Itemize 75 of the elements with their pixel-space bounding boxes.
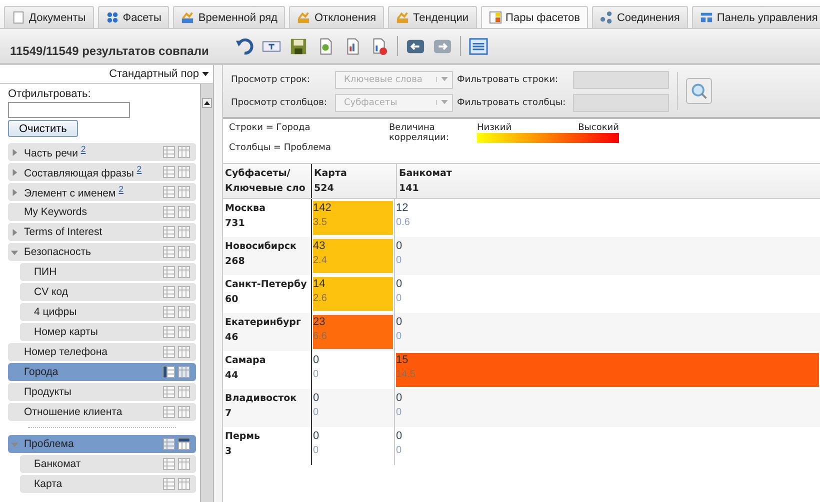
sort-dropdown[interactable]: Стандартный пор bbox=[109, 68, 209, 80]
matrix-cell[interactable]: 0 0 bbox=[396, 429, 819, 463]
expander-icon[interactable] bbox=[11, 168, 18, 176]
clear-button[interactable]: Очистить bbox=[8, 120, 78, 137]
tab-icon bbox=[488, 11, 502, 24]
matrix-cell[interactable]: 0 0 bbox=[396, 315, 819, 349]
tab-icon bbox=[106, 11, 119, 24]
expander-icon[interactable] bbox=[11, 248, 18, 256]
matrix-cell[interactable]: 0 0 bbox=[313, 429, 393, 463]
matrix-cell[interactable]: 23 6.6 bbox=[313, 315, 393, 349]
expander-icon[interactable] bbox=[11, 148, 18, 156]
tab-icon bbox=[396, 11, 410, 24]
caret-icon bbox=[202, 72, 209, 77]
filter-label: Отфильтровать: bbox=[8, 88, 91, 100]
tab[interactable]: Тенденции bbox=[388, 6, 477, 28]
matrix-cell[interactable]: 0 0 bbox=[396, 391, 819, 425]
corner-header: Субфасеты/ Ключевые сло bbox=[223, 164, 312, 198]
columns-icon[interactable] bbox=[178, 438, 190, 450]
document-icon bbox=[12, 11, 25, 24]
filter-rows-label: Фильтровать строки: bbox=[457, 74, 560, 84]
expander-icon[interactable] bbox=[11, 228, 18, 236]
save-icon[interactable] bbox=[288, 36, 308, 56]
tab-icon bbox=[181, 11, 194, 24]
row-header: Владивосток 7 bbox=[223, 389, 312, 427]
tab[interactable]: Документы bbox=[4, 6, 94, 28]
matrix-cell[interactable]: 43 2.4 bbox=[313, 239, 393, 273]
undo-icon[interactable] bbox=[234, 36, 254, 56]
tab[interactable]: Соединения bbox=[592, 6, 688, 28]
rows-caption: Строки = Города bbox=[229, 123, 312, 133]
matrix-cell[interactable]: 0 0 bbox=[313, 391, 393, 425]
facet-item[interactable]: Составляющая фразы $^{2}$ bbox=[8, 163, 196, 181]
filter-input[interactable] bbox=[8, 102, 130, 118]
column-header[interactable]: Банкомат 141 bbox=[397, 164, 820, 198]
legend-title: Величина корреляции: bbox=[389, 123, 450, 145]
search-button[interactable] bbox=[686, 78, 712, 104]
tab-icon bbox=[297, 11, 310, 24]
row-header: Пермь 3 bbox=[223, 427, 312, 465]
tab[interactable]: Временной ряд bbox=[173, 6, 286, 28]
search-icon bbox=[690, 82, 708, 100]
legend-high-label: Высокий bbox=[578, 123, 619, 133]
column-header[interactable]: Карта 524 bbox=[312, 164, 397, 198]
facet-item[interactable]: Элемент с именем $^{2}$ bbox=[8, 183, 196, 201]
facet-item[interactable]: Проблема bbox=[8, 435, 196, 453]
row-view-label: Просмотр строк: bbox=[231, 74, 311, 84]
matrix-cell[interactable]: 12 0.6 bbox=[396, 201, 819, 235]
facet-item[interactable]: Безопасность bbox=[8, 243, 196, 261]
tab[interactable]: Панель управления bbox=[692, 6, 820, 28]
expander-icon[interactable] bbox=[11, 440, 18, 448]
facet-item[interactable]: Города bbox=[8, 363, 196, 381]
tab-icon bbox=[700, 11, 713, 24]
splitter-handle[interactable] bbox=[214, 65, 223, 502]
tab[interactable]: Отклонения bbox=[289, 6, 384, 28]
row-header: Новосибирск 268 bbox=[223, 237, 312, 275]
tab-icon bbox=[600, 11, 613, 24]
scroll-up-icon[interactable] bbox=[202, 98, 212, 108]
expander-icon[interactable] bbox=[11, 188, 18, 196]
result-count: 11549/11549 результатов совпали bbox=[10, 44, 209, 58]
column-view-label: Просмотр столбцов: bbox=[231, 98, 328, 108]
matrix-cell[interactable]: 0 0 bbox=[313, 353, 393, 387]
legend-low-label: Низкий bbox=[477, 123, 512, 133]
tab[interactable]: Пары фасетов bbox=[480, 6, 588, 28]
filter-columns-label: Фильтровать столбцы: bbox=[457, 98, 567, 108]
facet-item[interactable]: Terms of Interest bbox=[8, 223, 196, 241]
matrix-cell[interactable]: 14 2.6 bbox=[313, 277, 393, 311]
matrix-cell[interactable]: 0 0 bbox=[396, 277, 819, 311]
rows-icon[interactable] bbox=[163, 366, 175, 378]
columns-caption: Столбцы = Проблема bbox=[229, 143, 332, 153]
matrix-cell[interactable]: 142 3.5 bbox=[313, 201, 393, 235]
facet-item[interactable]: Часть речи $^{2}$ bbox=[8, 143, 196, 161]
scrollbar[interactable] bbox=[200, 84, 213, 502]
tab[interactable]: Фасеты bbox=[98, 6, 170, 28]
row-header: Екатеринбург 46 bbox=[223, 313, 312, 351]
list-view-icon[interactable] bbox=[468, 36, 488, 56]
matrix-cell[interactable]: 15 14.5 bbox=[396, 353, 819, 387]
matrix-cell[interactable]: 0 0 bbox=[396, 239, 819, 273]
